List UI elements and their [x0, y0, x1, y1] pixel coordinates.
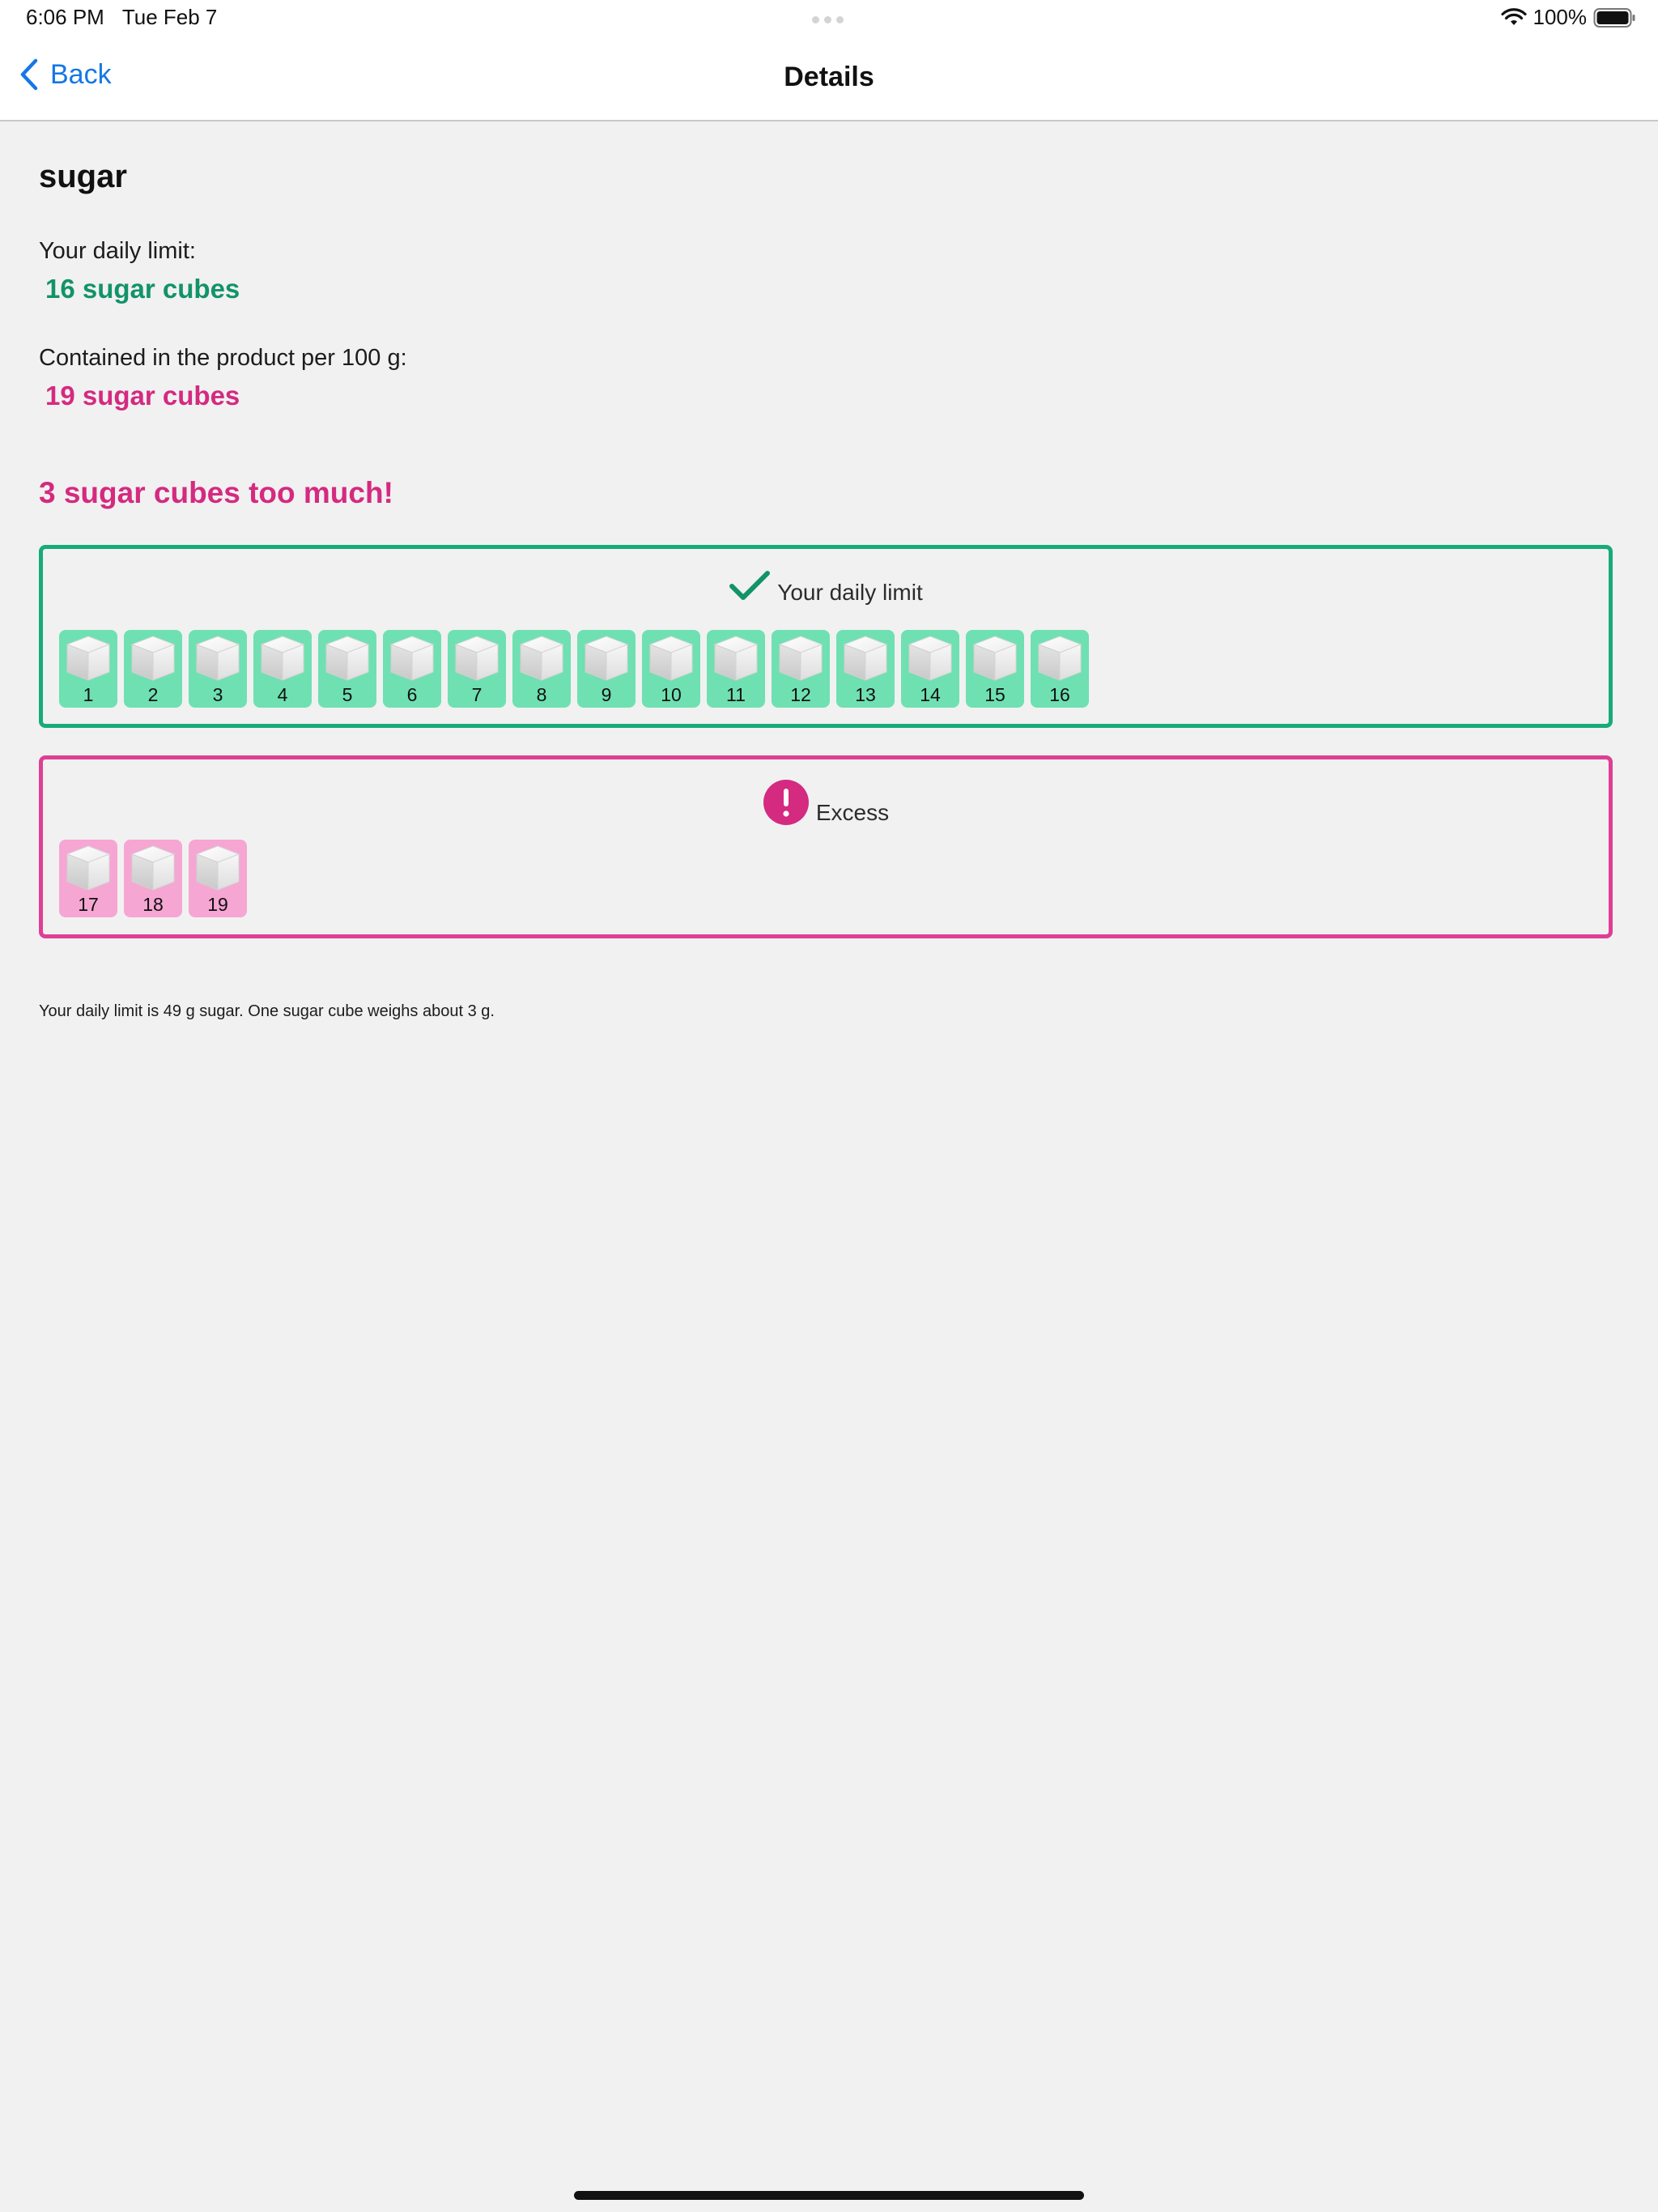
- sugar-cube-number: 15: [984, 684, 1005, 705]
- sugar-cube-number: 10: [661, 684, 682, 705]
- daily-limit-panel: Your daily limit 1 2 3 4 5 6 7 8 9 10 11 12 13 14 15 16: [39, 545, 1613, 728]
- sugar-cube-icon: [713, 636, 759, 681]
- sugar-cube-tile: 5: [318, 630, 376, 708]
- sugar-cube-tile: 11: [707, 630, 765, 708]
- sugar-cube-tile: 3: [189, 630, 247, 708]
- sugar-cube-tile: 12: [772, 630, 830, 708]
- sugar-cube-number: 6: [406, 684, 418, 705]
- checkmark-icon: [729, 571, 771, 600]
- sugar-cube-tile: 6: [383, 630, 441, 708]
- sugar-cube-icon: [195, 636, 240, 681]
- sugar-cube-tile: 13: [836, 630, 895, 708]
- sugar-cube-icon: [130, 636, 176, 681]
- sugar-cube-number: 1: [83, 684, 94, 705]
- sugar-cube-icon: [1037, 636, 1082, 681]
- sugar-cube-icon: [389, 636, 435, 681]
- sugar-cube-tile: 9: [577, 630, 636, 708]
- excess-heading-text: Excess: [815, 800, 890, 825]
- sugar-cube-number: 17: [78, 894, 99, 915]
- sugar-cube-number: 5: [342, 684, 353, 705]
- sugar-cube-icon: [325, 636, 370, 681]
- status-bar: 6:06 PM Tue Feb 7 100%: [0, 0, 1658, 39]
- sugar-cube-number: 16: [1049, 684, 1070, 705]
- sugar-cube-tile: 7: [448, 630, 506, 708]
- sugar-cube-tile: 18: [124, 840, 182, 917]
- excess-cube-row: 17 18 19: [59, 840, 247, 917]
- sugar-cube-number: 3: [212, 684, 223, 705]
- multitasking-dots-icon[interactable]: [812, 16, 844, 23]
- excess-panel: Excess 17 18 19: [39, 755, 1613, 938]
- sugar-cube-number: 7: [471, 684, 483, 705]
- sugar-cube-tile: 1: [59, 630, 117, 708]
- footnote: Your daily limit is 49 g sugar. One suga…: [39, 1002, 495, 1020]
- sugar-cube-number: 2: [147, 684, 159, 705]
- sugar-cube-tile: 16: [1031, 630, 1089, 708]
- sugar-cube-icon: [519, 636, 564, 681]
- contained-value: 19 sugar cubes: [45, 381, 240, 410]
- sugar-cube-icon: [195, 845, 240, 891]
- sugar-cube-number: 11: [726, 684, 746, 705]
- status-indicators: 100%: [1500, 5, 1636, 30]
- daily-limit-cube-row: 1 2 3 4 5 6 7 8 9 10 11 12 13 14 15 16: [59, 630, 1089, 708]
- sugar-cube-tile: 17: [59, 840, 117, 917]
- contained-label: Contained in the product per 100 g:: [39, 345, 407, 371]
- page-title: Details: [784, 62, 874, 92]
- sugar-cube-number: 8: [536, 684, 547, 705]
- sugar-cube-icon: [972, 636, 1018, 681]
- sugar-cube-tile: 14: [901, 630, 959, 708]
- daily-limit-heading-text: Your daily limit: [777, 580, 923, 605]
- exclamation-icon: [763, 780, 809, 825]
- nutrient-title: sugar: [39, 159, 127, 194]
- status-time: 6:06 PM: [26, 5, 104, 29]
- sugar-cube-tile: 19: [189, 840, 247, 917]
- battery-percentage: 100%: [1533, 5, 1588, 29]
- home-indicator[interactable]: [574, 2191, 1084, 2200]
- sugar-cube-tile: 2: [124, 630, 182, 708]
- sugar-cube-number: 9: [601, 684, 612, 705]
- sugar-cube-icon: [454, 636, 500, 681]
- status-time-group: 6:06 PM Tue Feb 7: [26, 5, 217, 30]
- sugar-cube-icon: [778, 636, 823, 681]
- sugar-cube-icon: [66, 636, 111, 681]
- sugar-cube-number: 19: [207, 894, 228, 915]
- sugar-cube-icon: [584, 636, 629, 681]
- sugar-cube-icon: [843, 636, 888, 681]
- sugar-cube-number: 12: [790, 684, 811, 705]
- sugar-cube-tile: 4: [253, 630, 312, 708]
- excess-heading: Excess: [43, 779, 1609, 826]
- status-date: Tue Feb 7: [121, 5, 218, 29]
- sugar-cube-tile: 15: [966, 630, 1024, 708]
- sugar-cube-tile: 8: [512, 630, 571, 708]
- battery-icon: [1593, 7, 1635, 28]
- sugar-cube-icon: [908, 636, 953, 681]
- wifi-icon: [1500, 7, 1527, 25]
- sugar-cube-number: 18: [142, 894, 164, 915]
- sugar-cube-icon: [66, 845, 111, 891]
- sugar-cube-number: 13: [855, 684, 876, 705]
- sugar-cube-number: 4: [277, 684, 288, 705]
- sugar-cube-number: 14: [920, 684, 941, 705]
- daily-limit-label: Your daily limit:: [39, 238, 196, 264]
- sugar-cube-icon: [130, 845, 176, 891]
- excess-headline: 3 sugar cubes too much!: [39, 476, 393, 509]
- daily-limit-heading: Your daily limit: [43, 568, 1609, 606]
- navigation-bar: Back Details: [0, 39, 1658, 121]
- daily-limit-value: 16 sugar cubes: [45, 274, 240, 304]
- sugar-cube-icon: [260, 636, 305, 681]
- sugar-cube-icon: [648, 636, 694, 681]
- sugar-cube-tile: 10: [642, 630, 700, 708]
